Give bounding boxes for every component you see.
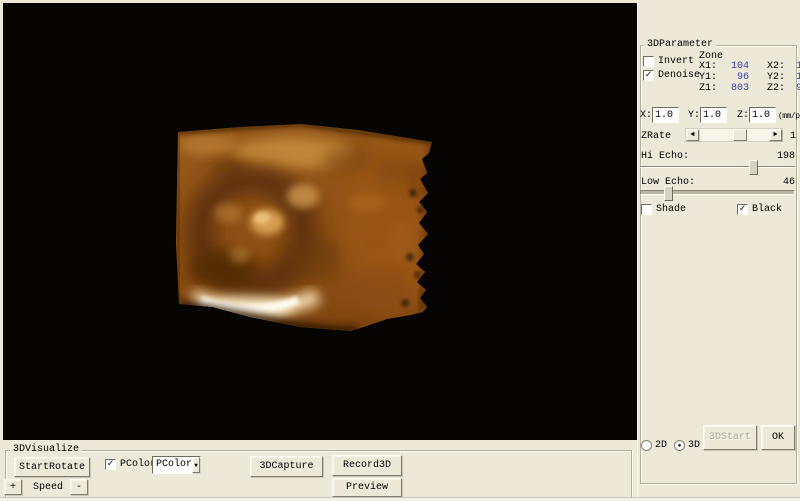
pcolor-label: PColor	[120, 459, 156, 470]
speed-minus-button[interactable]: -	[70, 479, 88, 495]
zone-y1-label: Y1:	[699, 72, 721, 83]
hi-echo-slider-track[interactable]	[640, 166, 795, 168]
zrate-scroll-left-button[interactable]: ◄	[686, 129, 699, 141]
hi-echo-value: 198	[765, 151, 795, 162]
zone-x2-value: 189	[789, 61, 800, 72]
black-checkbox[interactable]: ✓	[737, 204, 748, 215]
ultrasound-volume	[163, 111, 453, 346]
pcolor-dropdown[interactable]: PColor ▼	[152, 456, 201, 474]
speed-label: Speed	[33, 482, 63, 493]
denoise-checkbox[interactable]: ✓	[643, 70, 654, 81]
preview-button[interactable]: Preview	[332, 478, 402, 497]
pcolor-checkbox[interactable]: ✓	[105, 459, 116, 470]
scale-y-label: Y:	[688, 110, 700, 121]
low-echo-slider-thumb[interactable]	[664, 186, 673, 201]
radio-3d-label: 3D	[688, 440, 700, 451]
scale-z-input[interactable]	[749, 107, 776, 123]
arrow-right-icon: ►	[773, 130, 777, 140]
radio-2d-row[interactable]: 2D	[641, 440, 667, 451]
zrate-scroll-track[interactable]	[699, 129, 769, 141]
zone-x1-label: X1:	[699, 61, 721, 72]
zone-x2-label: X2:	[767, 61, 789, 72]
record3d-button[interactable]: Record3D	[332, 455, 402, 476]
shade-label: Shade	[656, 204, 686, 215]
zone-y2-label: Y2:	[767, 72, 789, 83]
scale-unit-label: (mm/p)	[778, 111, 800, 122]
ultrasound-3d-render	[3, 3, 637, 440]
denoise-label: Denoise	[658, 70, 700, 81]
chevron-down-icon: ▼	[194, 462, 198, 469]
render-viewport[interactable]	[3, 3, 637, 440]
zone-z2-value: 941	[789, 83, 800, 94]
radio-3d[interactable]: ●	[674, 440, 685, 451]
shade-checkbox-row[interactable]: Shade	[641, 204, 686, 215]
zrate-scroll-right-button[interactable]: ►	[769, 129, 782, 141]
low-echo-value: 46	[765, 177, 795, 188]
invert-checkbox[interactable]	[643, 56, 654, 67]
pcolor-checkbox-row[interactable]: ✓ PColor	[105, 459, 156, 470]
window-bottom-edge	[0, 497, 800, 501]
zrate-scroll-thumb[interactable]	[733, 129, 747, 141]
3dcapture-button[interactable]: 3DCapture	[250, 456, 323, 477]
radio-3d-row[interactable]: ● 3D	[674, 440, 700, 451]
parameter-group-title: 3DParameter	[644, 40, 716, 50]
scale-x-input[interactable]	[652, 107, 679, 123]
ok-button[interactable]: OK	[761, 425, 795, 450]
black-label: Black	[752, 204, 782, 215]
scale-x-label: X:	[640, 110, 652, 121]
pcolor-dropdown-value: PColor	[153, 457, 192, 473]
radio-2d-label: 2D	[655, 440, 667, 451]
zone-z1-value: 803	[721, 83, 749, 94]
pcolor-dropdown-button[interactable]: ▼	[192, 457, 200, 473]
zone-row-x: X1: 104 X2: 189	[699, 61, 800, 72]
zone-y2-value: 180	[789, 72, 800, 83]
zone-row-z: Z1: 803 Z2: 941	[699, 83, 800, 94]
shade-checkbox[interactable]	[641, 204, 652, 215]
denoise-checkmark-icon: ✓	[645, 71, 651, 80]
radio-3d-dot-icon: ●	[678, 443, 682, 449]
zrate-value: 1	[790, 131, 796, 142]
hi-echo-label: Hi Echo:	[641, 151, 689, 162]
scale-y-input[interactable]	[700, 107, 727, 123]
zrate-scrollbar[interactable]: ◄ ►	[685, 128, 783, 142]
zone-row-y: Y1: 96 Y2: 180	[699, 72, 800, 83]
zone-x1-value: 104	[721, 61, 749, 72]
black-checkbox-row[interactable]: ✓ Black	[737, 204, 782, 215]
zone-table: X1: 104 X2: 189 Y1: 96 Y2: 180 Z1: 803 Z…	[699, 61, 800, 94]
denoise-checkbox-row[interactable]: ✓ Denoise	[643, 70, 700, 81]
app-window: { "colors": { "panel": "#ece9d8", "viewp…	[0, 0, 800, 500]
zrate-label: ZRate	[641, 131, 671, 142]
radio-2d[interactable]	[641, 440, 652, 451]
arrow-left-icon: ◄	[690, 130, 694, 140]
zone-z2-label: Z2:	[767, 83, 789, 94]
zone-y1-value: 96	[721, 72, 749, 83]
start-rotate-button[interactable]: StartRotate	[14, 457, 90, 477]
zone-z1-label: Z1:	[699, 83, 721, 94]
invert-label: Invert	[658, 56, 694, 67]
pcolor-checkmark-icon: ✓	[107, 460, 113, 469]
hi-echo-slider-thumb[interactable]	[749, 160, 758, 175]
invert-checkbox-row[interactable]: Invert	[643, 56, 694, 67]
speed-plus-button[interactable]: +	[4, 479, 22, 495]
scale-z-label: Z:	[737, 110, 749, 121]
black-checkmark-icon: ✓	[739, 205, 745, 214]
visualize-group-title: 3DVisualize	[10, 445, 82, 455]
3dstart-button[interactable]: 3DStart	[703, 425, 757, 450]
